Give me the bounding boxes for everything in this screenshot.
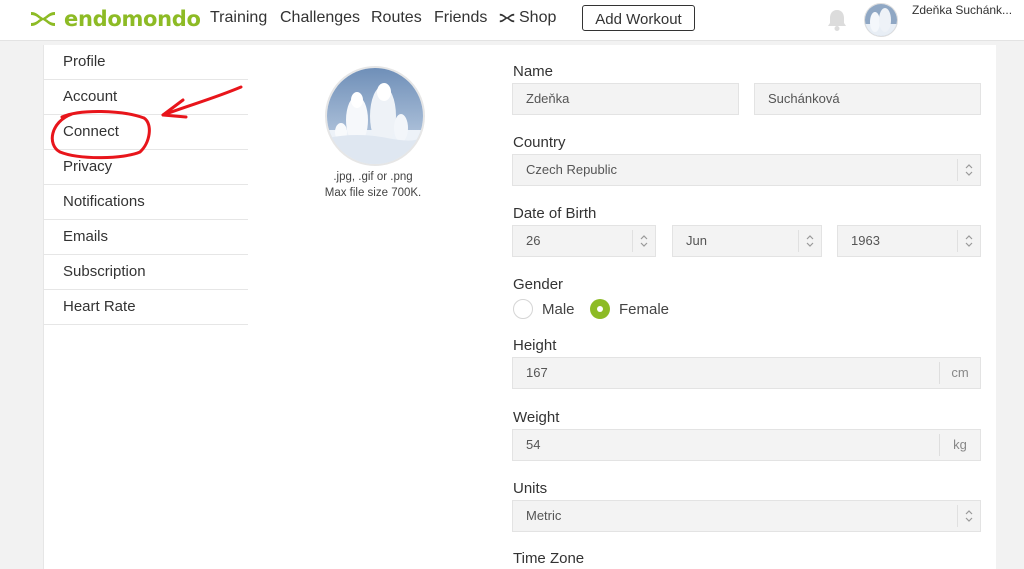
profile-photo-upload[interactable] (325, 66, 425, 166)
weight-input[interactable]: 54 kg (512, 429, 981, 461)
brand-name: endomondo (64, 7, 201, 31)
last-name-input[interactable]: Suchánková (754, 83, 981, 115)
select-arrows-icon (957, 505, 980, 527)
nav-training[interactable]: Training (210, 9, 267, 27)
nav-friends[interactable]: Friends (434, 9, 487, 27)
user-avatar[interactable] (864, 3, 898, 37)
profile-photo-snow-trees (327, 68, 423, 164)
nav-shop[interactable]: Shop (498, 9, 556, 27)
height-unit: cm (939, 362, 980, 384)
upload-formats-text: .jpg, .gif or .png (333, 171, 413, 183)
height-label: Height (513, 337, 557, 354)
select-arrows-icon (798, 230, 821, 252)
units-label: Units (513, 480, 548, 497)
gender-male-radio[interactable] (513, 299, 533, 319)
select-arrows-icon (957, 159, 980, 181)
units-value: Metric (526, 508, 562, 523)
avatar-snow-trees-image (865, 4, 897, 36)
dob-year-value: 1963 (851, 233, 880, 248)
country-select[interactable]: Czech Republic (512, 154, 981, 186)
nav-challenges[interactable]: Challenges (280, 9, 360, 27)
country-label: Country (513, 134, 566, 151)
dob-day-value: 26 (526, 233, 541, 248)
nav-shop-label: Shop (519, 9, 557, 26)
weight-label: Weight (513, 409, 560, 426)
sidebar-item-notifications[interactable]: Notifications (44, 185, 248, 220)
height-value: 167 (526, 365, 548, 380)
add-workout-button[interactable]: Add Workout (582, 5, 695, 31)
name-label: Name (513, 63, 554, 80)
sidebar-item-account[interactable]: Account (44, 80, 248, 115)
endomondo-logo[interactable]: endomondo (28, 5, 201, 33)
weight-value: 54 (526, 437, 541, 452)
under-armour-shop-icon (499, 13, 515, 22)
under-armour-logo-icon (31, 12, 55, 26)
sidebar-item-heart-rate[interactable]: Heart Rate (44, 290, 248, 325)
sidebar-item-profile[interactable]: Profile (44, 45, 248, 80)
first-name-input[interactable]: Zdeňka (512, 83, 739, 115)
nav-routes[interactable]: Routes (371, 9, 422, 27)
user-name[interactable]: Zdeňka Suchánk... (912, 3, 1018, 17)
notification-bell-icon[interactable] (826, 8, 848, 32)
gender-label: Gender (513, 276, 564, 293)
profile-settings-panel: .jpg, .gif or .png Max file size 700K. N… (248, 45, 996, 569)
gender-male-label[interactable]: Male (542, 301, 575, 318)
sidebar-item-emails[interactable]: Emails (44, 220, 248, 255)
weight-unit: kg (939, 434, 980, 456)
top-navigation-bar: endomondo Training Challenges Routes Fri… (0, 0, 1024, 41)
sidebar-item-connect[interactable]: Connect (44, 115, 248, 150)
upload-size-text: Max file size 700K. (324, 187, 422, 199)
gender-female-radio[interactable] (590, 299, 610, 319)
dob-month-value: Jun (686, 233, 707, 248)
sidebar-item-privacy[interactable]: Privacy (44, 150, 248, 185)
sidebar-item-subscription[interactable]: Subscription (44, 255, 248, 290)
upload-hint: .jpg, .gif or .png Max file size 700K. (288, 169, 458, 201)
dob-month-select[interactable]: Jun (672, 225, 822, 257)
select-arrows-icon (632, 230, 655, 252)
gender-female-label[interactable]: Female (619, 301, 669, 318)
country-value: Czech Republic (526, 162, 618, 177)
date-of-birth-label: Date of Birth (513, 205, 597, 222)
height-input[interactable]: 167 cm (512, 357, 981, 389)
time-zone-label: Time Zone (513, 550, 585, 567)
settings-sidebar: Profile Account Connect Privacy Notifica… (43, 45, 249, 569)
dob-year-select[interactable]: 1963 (837, 225, 981, 257)
units-select[interactable]: Metric (512, 500, 981, 532)
dob-day-select[interactable]: 26 (512, 225, 656, 257)
select-arrows-icon (957, 230, 980, 252)
